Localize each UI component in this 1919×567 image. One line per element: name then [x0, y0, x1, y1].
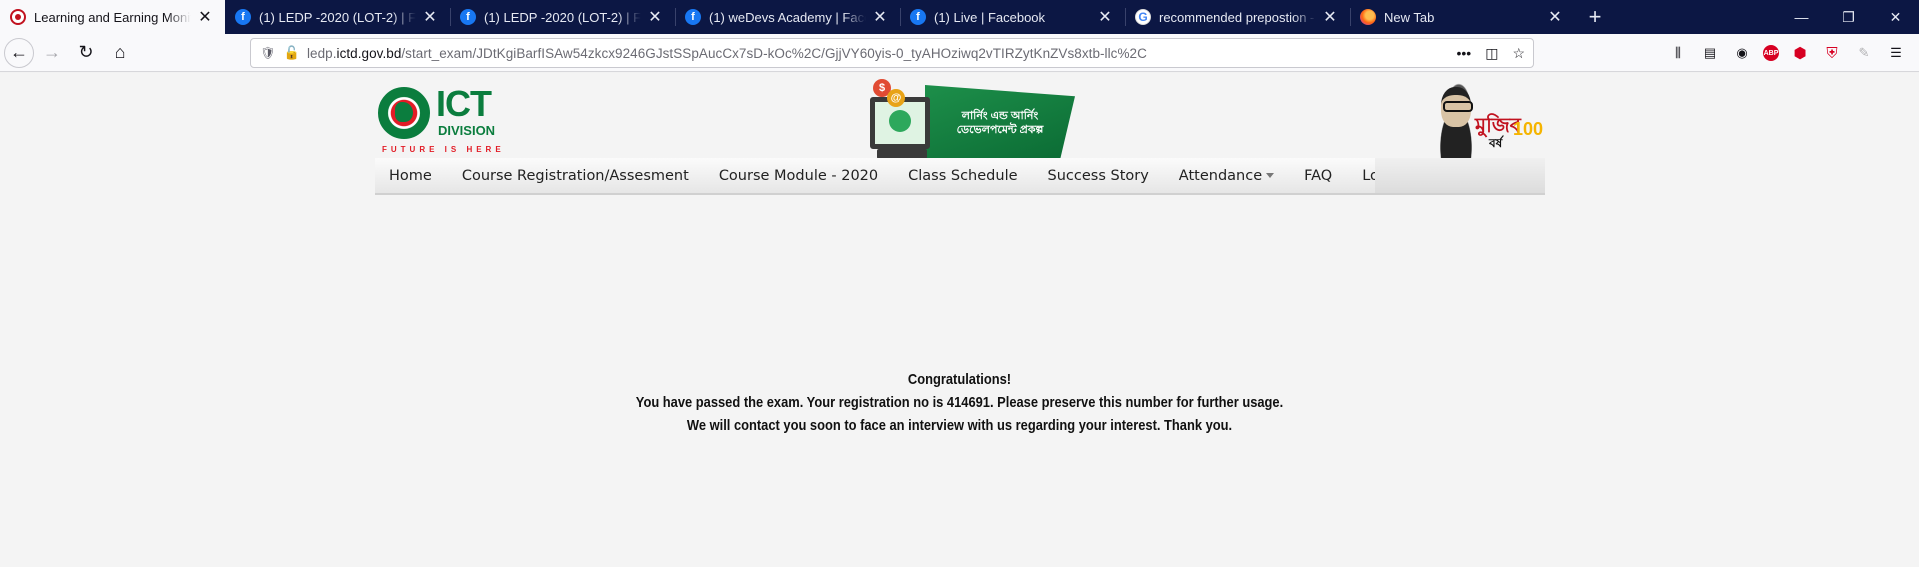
close-tab-icon[interactable]: ✕ [1095, 7, 1115, 27]
at-bubble-icon: @ [887, 89, 905, 107]
insecure-lock-icon[interactable]: 🔓 [283, 45, 301, 61]
tab-facebook-ledp-1[interactable]: f (1) LEDP -2020 (LOT-2) | Facebook ✕ [225, 0, 450, 34]
url-domain: ictd.gov.bd [336, 45, 402, 61]
pocket-icon[interactable]: ◫ [1485, 45, 1498, 62]
mujib-100-mark: মুজিব 100 বর্ষ [1475, 111, 1544, 151]
nav-filler [1375, 158, 1545, 193]
url-text[interactable]: ledp.ictd.gov.bd/start_exam/JDtKgiBarfIS… [307, 46, 1446, 61]
exam-result-message: Congratulations! You have passed the exa… [134, 368, 1784, 437]
facebook-icon: f [910, 9, 926, 25]
close-tab-icon[interactable]: ✕ [420, 7, 440, 27]
firefox-icon [1360, 9, 1376, 25]
main-navigation: Home Course Registration/Assesment Cours… [375, 158, 1545, 195]
back-arrow-icon[interactable]: ← [4, 37, 34, 68]
ict-division-logo[interactable]: ICT DIVISION FUTURE IS HERE [378, 83, 508, 157]
tab-title: Learning and Earning Monitoring [34, 9, 191, 25]
mujib-borsho-logo: মুজিব 100 বর্ষ [1429, 79, 1544, 163]
minimize-icon[interactable]: — [1778, 0, 1825, 34]
site-header: ICT DIVISION FUTURE IS HERE লার্নিং এন্ড… [375, 79, 1545, 163]
close-tab-icon[interactable]: ✕ [870, 7, 890, 27]
tab-ledp[interactable]: Learning and Earning Monitoring ✕ [0, 0, 225, 34]
address-bar[interactable]: 🛡 🔓 ledp.ictd.gov.bd/start_exam/JDtKgiBa… [250, 38, 1534, 68]
nav-success-story[interactable]: Success Story [1048, 168, 1149, 184]
nav-attendance-dropdown[interactable]: Attendance [1178, 167, 1275, 184]
url-prefix: ledp. [307, 45, 337, 61]
tab-title: (1) LEDP -2020 (LOT-2) | Facebook [259, 9, 416, 25]
tab-strip: Learning and Earning Monitoring ✕ f (1) … [0, 0, 1919, 34]
nav-course-registration[interactable]: Course Registration/Assesment [462, 168, 689, 184]
nav-home[interactable]: Home [389, 168, 432, 184]
tracking-shield-icon[interactable]: 🛡 [259, 46, 277, 60]
url-path: /start_exam/JDtKgiBarfISAw54zkcx9246GJst… [401, 45, 1147, 61]
forward-arrow-icon[interactable]: → [36, 37, 68, 69]
google-icon: G [1135, 9, 1151, 25]
nav-course-module[interactable]: Course Module - 2020 [719, 168, 878, 184]
restore-icon[interactable]: ❐ [1825, 0, 1872, 34]
close-tab-icon[interactable]: ✕ [645, 7, 665, 27]
project-logo-text: লার্নিং এন্ড আর্নিং ডেভেলপমেন্ট প্রকল্প [956, 110, 1044, 136]
sidebar-icon[interactable]: ▤ [1699, 42, 1721, 64]
hamburger-menu-icon[interactable]: ☰ [1885, 42, 1907, 64]
bangladesh-emblem-icon [378, 87, 430, 139]
facebook-icon: f [685, 9, 701, 25]
division-logo-text: DIVISION [438, 123, 496, 138]
ledp-project-logo: লার্নিং এন্ড আর্নিং ডেভেলপমেন্ট প্রকল্প … [865, 79, 1075, 163]
page-content: ICT DIVISION FUTURE IS HERE লার্নিং এন্ড… [0, 73, 1919, 567]
interview-text: We will contact you soon to face an inte… [686, 417, 1233, 434]
library-icon[interactable]: ⫼ [1667, 42, 1689, 64]
tab-title: (1) LEDP -2020 (LOT-2) | Facebook [484, 9, 641, 25]
nav-toolbar: ← → ↻ ⌂ 🛡 🔓 ledp.ictd.gov.bd/start_exam/… [0, 34, 1919, 72]
tab-title: New Tab [1384, 9, 1435, 25]
nav-attendance-label: Attendance [1178, 167, 1263, 184]
facebook-icon: f [460, 9, 476, 25]
adblock-plus-icon[interactable]: ABP [1763, 45, 1779, 61]
account-icon[interactable]: ◉ [1731, 42, 1753, 64]
close-window-icon[interactable]: ✕ [1872, 0, 1919, 34]
close-tab-icon[interactable]: ✕ [195, 7, 215, 27]
close-tab-icon[interactable]: ✕ [1545, 7, 1565, 27]
caret-down-icon [1266, 173, 1275, 178]
logo-tagline: FUTURE IS HERE [382, 145, 505, 154]
reload-icon[interactable]: ↻ [70, 37, 102, 69]
mujib-number: 100 [1513, 119, 1544, 139]
tab-title: recommended prepostion - Google [1159, 9, 1316, 25]
tab-new-tab[interactable]: New Tab ✕ [1350, 0, 1575, 34]
window-controls: — ❐ ✕ [1778, 0, 1919, 34]
url-actions: ••• ◫ ☆ [1456, 45, 1525, 62]
toolbar-right: ⫼ ▤ ◉ ABP ⬢ ⛨ ✎ ☰ [1667, 34, 1919, 72]
privacy-extension-icon[interactable]: ⛨ [1821, 42, 1843, 64]
borsho-word: বর্ষ [1489, 136, 1503, 150]
nav-class-schedule[interactable]: Class Schedule [908, 168, 1017, 184]
close-tab-icon[interactable]: ✕ [1320, 7, 1340, 27]
congratulations-text: Congratulations! [907, 371, 1012, 388]
page-actions-menu-icon[interactable]: ••• [1456, 45, 1471, 61]
facebook-icon: f [235, 9, 251, 25]
tab-title: (1) Live | Facebook [934, 9, 1046, 25]
registration-text: You have passed the exam. Your registrat… [635, 394, 1284, 411]
bookmark-star-icon[interactable]: ☆ [1512, 45, 1525, 62]
ledp-favicon-icon [10, 9, 26, 25]
tab-facebook-ledp-2[interactable]: f (1) LEDP -2020 (LOT-2) | Facebook ✕ [450, 0, 675, 34]
ublock-icon[interactable]: ⬢ [1789, 42, 1811, 64]
home-icon[interactable]: ⌂ [104, 37, 136, 69]
ict-logo-text: ICT [436, 83, 492, 124]
tab-google-search[interactable]: G recommended prepostion - Google ✕ [1125, 0, 1350, 34]
nav-faq[interactable]: FAQ [1304, 168, 1332, 184]
tab-title: (1) weDevs Academy | Facebook [709, 9, 866, 25]
extension-icon[interactable]: ✎ [1853, 42, 1875, 64]
tab-facebook-wedevs[interactable]: f (1) weDevs Academy | Facebook ✕ [675, 0, 900, 34]
new-tab-plus-icon[interactable]: + [1575, 0, 1615, 34]
tab-facebook-live[interactable]: f (1) Live | Facebook ✕ [900, 0, 1125, 34]
